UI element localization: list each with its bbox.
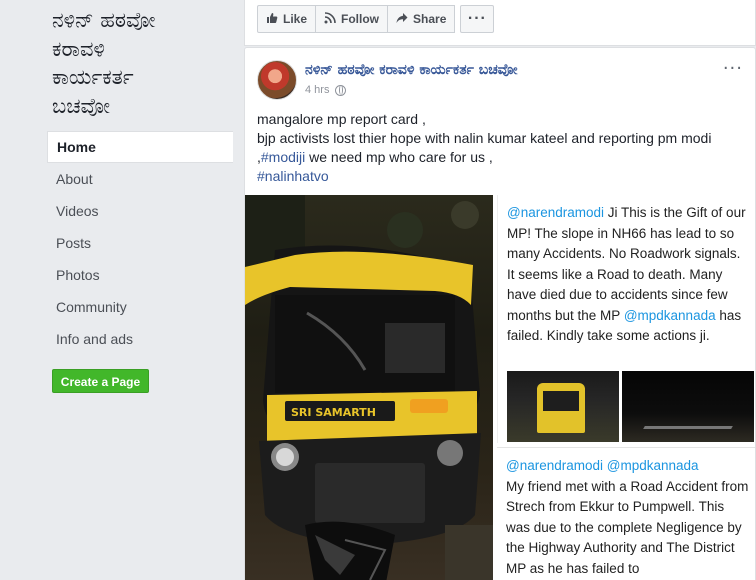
page-action-bar: Like Follow Share ··· [244, 0, 756, 46]
page-title[interactable]: ನಳಿನ್ ಹಠವೋ ಕರಾವಳಿ ಕಾರ್ಯಕರ್ತ ಬಚವೋ [52, 6, 237, 120]
nav-item-home[interactable]: Home [47, 131, 233, 163]
rss-icon [324, 11, 336, 27]
post-card: ನಳಿನ್ ಹಠವೋ ಕರಾವಳಿ ಕಾರ್ಯಕರ್ತ ಬಚವೋ 4 hrs ·… [244, 47, 756, 580]
post-options-icon[interactable]: ··· [723, 58, 743, 79]
tweet-text-fragment: My friend met with a Road Accident from … [506, 478, 749, 576]
tweet-thumbnail-road [622, 371, 754, 442]
thumbs-up-icon [266, 12, 278, 27]
post-photo-tweet-screenshot[interactable]: @narendramodi Ji This is the Gift of our… [497, 195, 755, 443]
post-timestamp[interactable]: 4 hrs [305, 84, 329, 96]
rickshaw-plate-text: SRI SAMARTH [291, 406, 376, 419]
tweet-text: @narendramodi Ji This is the Gift of our… [498, 195, 755, 347]
nav-item-info-and-ads[interactable]: Info and ads [47, 323, 233, 355]
like-button[interactable]: Like [257, 5, 317, 33]
left-column: ನಳಿನ್ ಹಠವೋ ಕರಾವಳಿ ಕಾರ್ಯಕರ್ತ ಬಚವೋ Home Ab… [0, 0, 240, 580]
page-title-line: ನಳಿನ್ ಹಠವೋ [52, 8, 156, 32]
more-options-button[interactable]: ··· [460, 5, 495, 33]
post-text-line: #nalinhatvo [257, 167, 747, 186]
like-label: Like [283, 12, 308, 26]
author-avatar[interactable] [257, 60, 297, 100]
tweet-image-thumbnails [507, 371, 754, 442]
page-action-buttons: Like Follow Share ··· [257, 5, 495, 33]
tweet-text-fragment: Ji This is the Gift of our MP! The slope… [507, 205, 746, 323]
create-page-button[interactable]: Create a Page [52, 369, 149, 393]
nav-item-photos[interactable]: Photos [47, 259, 233, 291]
share-label: Share [413, 12, 447, 26]
follow-label: Follow [341, 12, 380, 26]
page-nav: Home About Videos Posts Photos Community… [47, 131, 233, 355]
post-text: mangalore mp report card , bjp activists… [257, 110, 747, 186]
nav-item-videos[interactable]: Videos [47, 195, 233, 227]
hashtag-link[interactable]: #modiji [261, 149, 305, 165]
tweet-text: @narendramodi @mpdkannada My friend met … [497, 448, 755, 579]
nav-item-community[interactable]: Community [47, 291, 233, 323]
nav-item-about[interactable]: About [47, 163, 233, 195]
post-photo-tweet-screenshot-2[interactable]: @narendramodi @mpdkannada My friend met … [497, 447, 755, 580]
tweet-thumbnail-rickshaw [507, 371, 619, 442]
follow-button[interactable]: Follow [315, 5, 389, 33]
post-text-line: mangalore mp report card , [257, 111, 426, 127]
post-text-line: ,#modiji we need mp who care for us , [257, 148, 747, 167]
post-text-fragment: we need mp who care for us , [305, 149, 493, 165]
post-text-line: bjp activists lost thier hope with nalin… [257, 130, 712, 146]
tweet-mention: @narendramodi [506, 458, 604, 473]
globe-icon[interactable] [335, 84, 347, 96]
share-button[interactable]: Share [387, 5, 456, 33]
post-photo-rickshaw[interactable]: SRI SAMARTH [245, 195, 493, 580]
nav-item-posts[interactable]: Posts [47, 227, 233, 259]
tweet-mention: @mpdkannada [623, 307, 716, 323]
share-arrow-icon [396, 12, 408, 27]
page-title-line: ಬಚವೋ [52, 93, 111, 118]
page-title-line: ಕರಾವಳಿ [52, 36, 105, 61]
post-author-name[interactable]: ನಳಿನ್ ಹಠವೋ ಕರಾವಳಿ ಕಾರ್ಯಕರ್ತ ಬಚವೋ [305, 62, 517, 78]
page-title-line: ಕಾರ್ಯಕರ್ತ [52, 65, 134, 89]
tweet-mention: @mpdkannada [606, 458, 699, 473]
post-meta: 4 hrs [305, 84, 347, 96]
tweet-mention: @narendramodi [507, 205, 605, 220]
hashtag-link[interactable]: #nalinhatvo [257, 168, 329, 184]
